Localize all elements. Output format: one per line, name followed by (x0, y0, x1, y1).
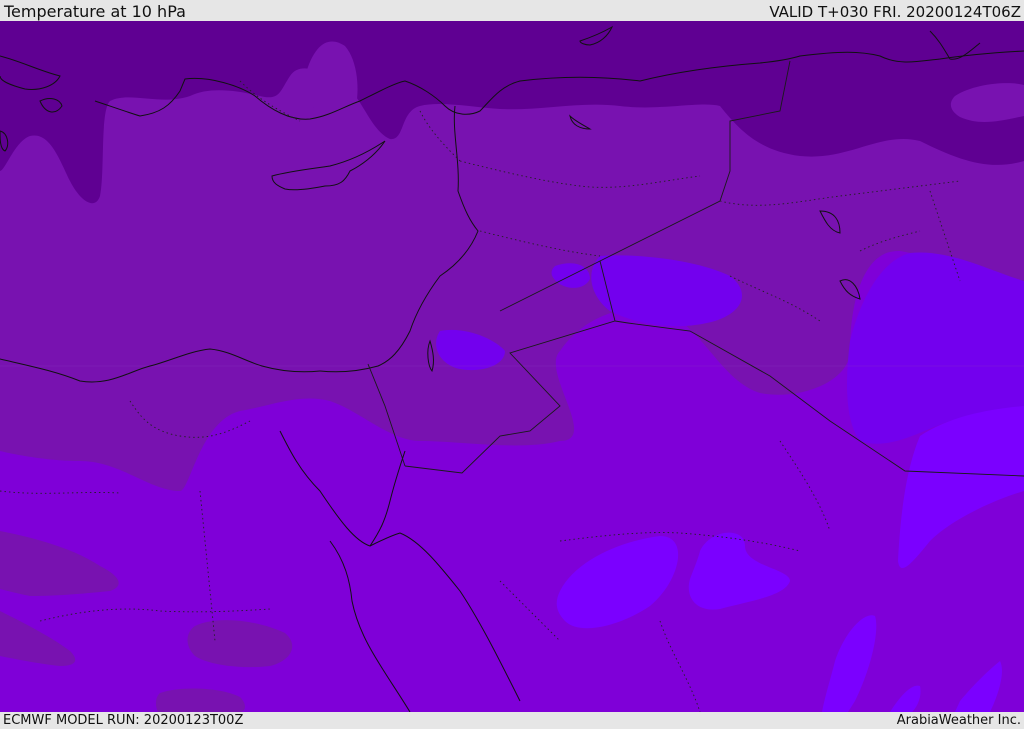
model-run-label: ECMWF MODEL RUN: 20200123T00Z (3, 713, 244, 728)
map-header: Temperature at 10 hPa VALID T+030 FRI. 2… (0, 0, 1024, 21)
valid-time: VALID T+030 FRI. 20200124T06Z (769, 3, 1021, 21)
weather-map[interactable] (0, 21, 1024, 712)
map-canvas (0, 21, 1024, 712)
map-footer: ECMWF MODEL RUN: 20200123T00Z ArabiaWeat… (0, 712, 1024, 729)
credit-label: ArabiaWeather Inc. (896, 713, 1021, 728)
map-title: Temperature at 10 hPa (4, 2, 186, 21)
